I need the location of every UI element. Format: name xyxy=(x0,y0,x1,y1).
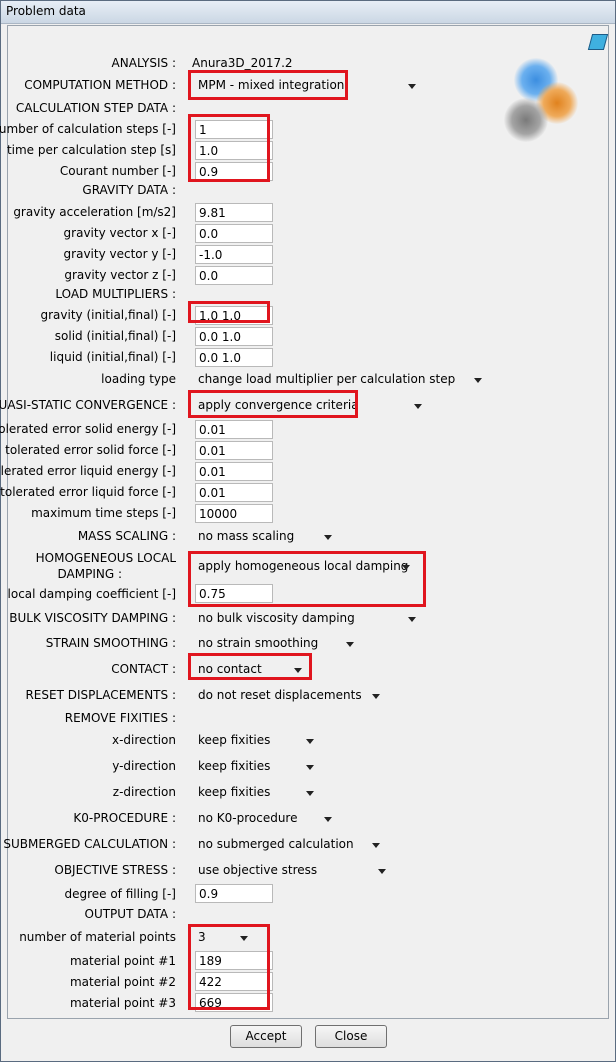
highlight-box xyxy=(188,70,348,100)
num-calc-steps-label: number of calculation steps [-] xyxy=(0,122,176,136)
chevron-down-icon[interactable] xyxy=(414,404,422,409)
gravity-x-input[interactable]: 0.0 xyxy=(195,224,273,243)
gravity-z-label: gravity vector z [-] xyxy=(64,268,176,282)
mass-scaling-select[interactable]: no mass scaling xyxy=(198,529,294,543)
close-button[interactable]: Close xyxy=(315,1025,387,1048)
max-time-steps-label: maximum time steps [-] xyxy=(31,506,176,520)
contact-label: CONTACT : xyxy=(111,662,176,676)
objective-stress-select[interactable]: use objective stress xyxy=(198,863,317,877)
reset-displacements-label: RESET DISPLACEMENTS : xyxy=(25,688,176,702)
gravity-y-input[interactable]: -1.0 xyxy=(195,245,273,264)
load-header: LOAD MULTIPLIERS : xyxy=(55,287,176,301)
tol-liquid-force-input[interactable]: 0.01 xyxy=(195,483,273,502)
window-title: Problem data xyxy=(6,4,86,18)
chevron-down-icon[interactable] xyxy=(306,739,314,744)
liquid-load-label: liquid (initial,final) [-] xyxy=(49,350,176,364)
fixities-z-label: z-direction xyxy=(112,785,176,799)
mass-scaling-label: MASS SCALING : xyxy=(77,529,176,543)
solid-load-label: solid (initial,final) [-] xyxy=(54,329,176,343)
loading-type-label: loading type xyxy=(101,372,176,386)
tol-liquid-force-label: tolerated error liquid force [-] xyxy=(0,485,176,499)
bulk-viscosity-select[interactable]: no bulk viscosity damping xyxy=(198,611,355,625)
chevron-down-icon[interactable] xyxy=(324,535,332,540)
form-panel: ANALYSIS : Anura3D_2017.2 COMPUTATION ME… xyxy=(0,25,609,1019)
output-header: OUTPUT DATA : xyxy=(84,907,177,921)
quasi-static-label: QUASI-STATIC CONVERGENCE : xyxy=(0,398,176,412)
fixities-x-select[interactable]: keep fixities xyxy=(198,733,270,747)
fixities-x-label: x-direction xyxy=(111,733,176,747)
tol-solid-force-input[interactable]: 0.01 xyxy=(195,441,273,460)
courant-label: Courant number [-] xyxy=(59,164,176,178)
anura3d-logo xyxy=(496,54,596,150)
material-point-1-label: material point #1 xyxy=(69,954,176,968)
chevron-down-icon[interactable] xyxy=(474,378,482,383)
chevron-down-icon[interactable] xyxy=(346,642,354,647)
chevron-down-icon[interactable] xyxy=(324,817,332,822)
highlight-box xyxy=(188,653,312,680)
chevron-down-icon[interactable] xyxy=(306,791,314,796)
damping-label-line1: HOMOGENEOUS LOCAL xyxy=(35,551,176,565)
num-material-points-label: number of material points xyxy=(19,930,176,944)
analysis-label: ANALYSIS : xyxy=(111,56,176,70)
fixities-y-label: y-direction xyxy=(112,759,176,773)
objective-stress-label: OBJECTIVE STRESS : xyxy=(54,863,176,877)
help-icon[interactable] xyxy=(587,34,609,50)
reset-displacements-select[interactable]: do not reset displacements xyxy=(198,688,362,702)
strain-smoothing-label: STRAIN SMOOTHING : xyxy=(45,636,176,650)
gravity-accel-label: gravity acceleration [m/s2] xyxy=(13,205,176,219)
title-bar: Problem data xyxy=(1,1,615,24)
strain-smoothing-select[interactable]: no strain smoothing xyxy=(198,636,318,650)
tol-solid-energy-label: tolerated error solid energy [-] xyxy=(0,422,176,436)
material-point-3-label: material point #3 xyxy=(69,996,176,1010)
fixities-y-select[interactable]: keep fixities xyxy=(198,759,270,773)
gravity-accel-input[interactable]: 9.81 xyxy=(195,203,273,222)
liquid-load-input[interactable]: 0.0 1.0 xyxy=(195,348,273,367)
chevron-down-icon[interactable] xyxy=(372,843,380,848)
remove-fixities-header: REMOVE FIXITIES : xyxy=(64,711,176,725)
max-time-steps-input[interactable]: 10000 xyxy=(195,504,273,523)
accept-button[interactable]: Accept xyxy=(230,1025,302,1048)
highlight-box xyxy=(188,114,270,182)
problem-data-window: Problem data ANALYSIS : Anura3D_2017.2 C… xyxy=(0,0,616,1062)
highlight-box xyxy=(188,390,358,418)
material-point-2-label: material point #2 xyxy=(69,975,176,989)
gravity-z-input[interactable]: 0.0 xyxy=(195,266,273,285)
chevron-down-icon[interactable] xyxy=(306,765,314,770)
highlight-box xyxy=(188,924,270,1010)
tol-liquid-energy-label: tolerated error liquid energy [-] xyxy=(0,464,176,478)
gravity-x-label: gravity vector x [-] xyxy=(63,226,176,240)
damping-coef-label: local damping coefficient [-] xyxy=(7,587,176,601)
fixities-z-select[interactable]: keep fixities xyxy=(198,785,270,799)
loading-type-select[interactable]: change load multiplier per calculation s… xyxy=(198,372,455,386)
submerged-calc-select[interactable]: no submerged calculation xyxy=(198,837,354,851)
gravity-header: GRAVITY DATA : xyxy=(82,183,176,197)
highlight-box xyxy=(188,301,270,323)
degree-filling-input[interactable]: 0.9 xyxy=(195,884,273,903)
analysis-value: Anura3D_2017.2 xyxy=(192,56,293,70)
chevron-down-icon[interactable] xyxy=(372,694,380,699)
k0-procedure-label: K0-PROCEDURE : xyxy=(73,811,176,825)
tol-solid-force-label: tolerated error solid force [-] xyxy=(5,443,176,457)
chevron-down-icon[interactable] xyxy=(408,84,416,89)
tol-solid-energy-input[interactable]: 0.01 xyxy=(195,420,273,439)
chevron-down-icon[interactable] xyxy=(378,869,386,874)
computation-method-label: COMPUTATION METHOD : xyxy=(24,78,176,92)
time-per-step-label: time per calculation step [s] xyxy=(6,143,176,157)
submerged-calc-label: SUBMERGED CALCULATION : xyxy=(3,837,176,851)
solid-load-input[interactable]: 0.0 1.0 xyxy=(195,327,273,346)
calc-step-header: CALCULATION STEP DATA : xyxy=(15,101,176,115)
gravity-y-label: gravity vector y [-] xyxy=(63,247,176,261)
chevron-down-icon[interactable] xyxy=(408,617,416,622)
bulk-viscosity-label: BULK VISCOSITY DAMPING : xyxy=(9,611,176,625)
degree-filling-label: degree of filling [-] xyxy=(64,887,176,901)
k0-procedure-select[interactable]: no K0-procedure xyxy=(198,811,297,825)
damping-label-line2: DAMPING : xyxy=(57,567,123,581)
gravity-load-label: gravity (initial,final) [-] xyxy=(40,308,177,322)
highlight-box xyxy=(188,551,426,607)
tol-liquid-energy-input[interactable]: 0.01 xyxy=(195,462,273,481)
